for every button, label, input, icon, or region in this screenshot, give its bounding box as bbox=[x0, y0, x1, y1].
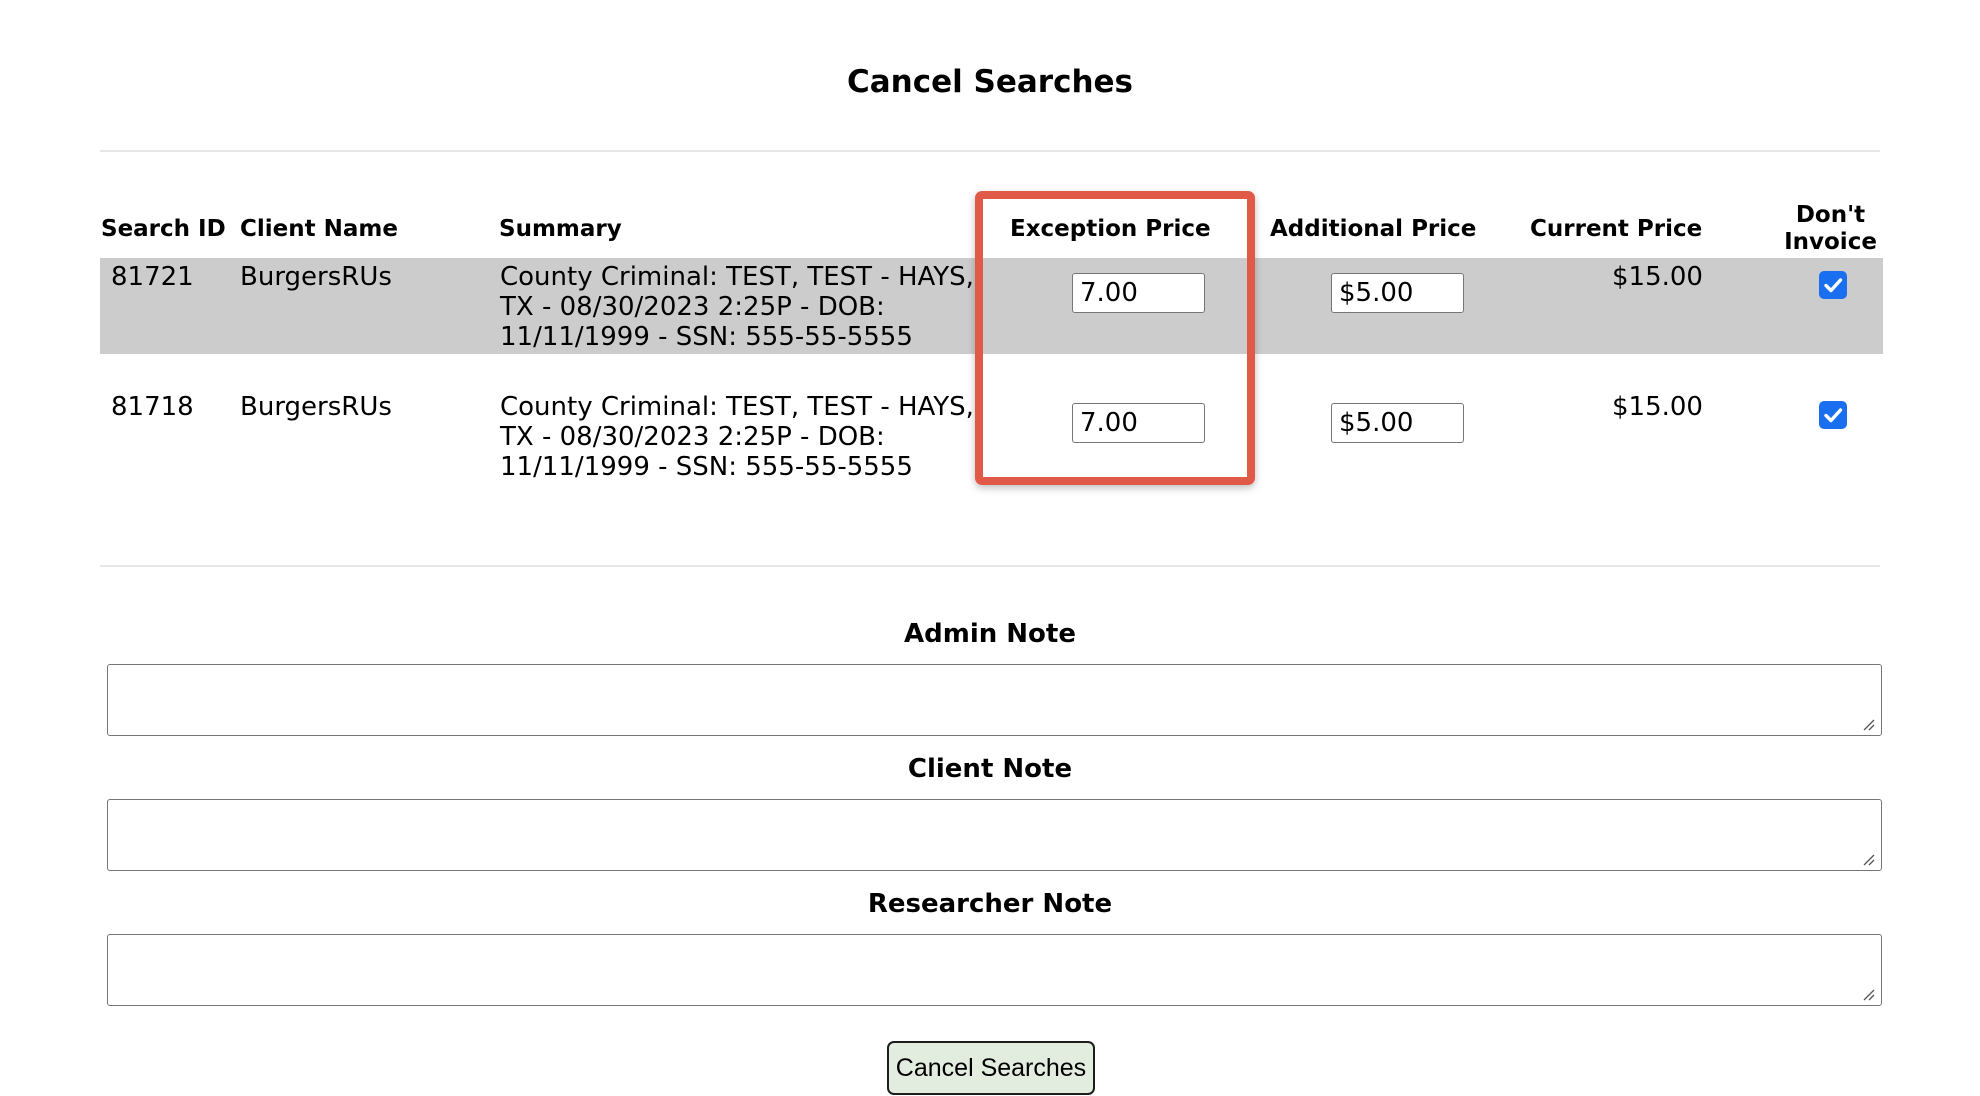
client-note-textarea[interactable] bbox=[107, 799, 1882, 871]
row-1-summary: County Criminal: TEST, TEST - HAYS, TX -… bbox=[500, 262, 974, 352]
header-additional-price: Additional Price bbox=[1270, 216, 1477, 242]
row-1-search-id: 81721 bbox=[111, 262, 194, 292]
row-1-exception-price-input[interactable] bbox=[1072, 273, 1205, 313]
middle-divider bbox=[100, 565, 1880, 567]
resize-grip-icon[interactable] bbox=[1861, 717, 1875, 731]
header-current-price: Current Price bbox=[1530, 216, 1703, 242]
client-note-label: Client Note bbox=[907, 754, 1073, 784]
row-2-dont-invoice-checkbox[interactable] bbox=[1819, 401, 1847, 429]
researcher-note-label: Researcher Note bbox=[867, 889, 1113, 919]
resize-grip-icon[interactable] bbox=[1861, 987, 1875, 1001]
row-2-search-id: 81718 bbox=[111, 392, 194, 422]
row-2-exception-price-input[interactable] bbox=[1072, 403, 1205, 443]
resize-grip-icon[interactable] bbox=[1861, 852, 1875, 866]
checkmark-icon bbox=[1824, 408, 1843, 423]
row-2-client-name: BurgersRUs bbox=[240, 392, 392, 422]
top-divider bbox=[100, 150, 1880, 152]
header-exception-price: Exception Price bbox=[1010, 216, 1211, 242]
row-1-dont-invoice-checkbox[interactable] bbox=[1819, 271, 1847, 299]
row-1-client-name: BurgersRUs bbox=[240, 262, 392, 292]
row-1-additional-price-input[interactable] bbox=[1331, 273, 1464, 313]
row-2-summary: County Criminal: TEST, TEST - HAYS, TX -… bbox=[500, 392, 974, 482]
admin-note-label: Admin Note bbox=[904, 619, 1076, 649]
admin-note-textarea[interactable] bbox=[107, 664, 1882, 736]
header-search-id: Search ID bbox=[101, 216, 226, 242]
checkmark-icon bbox=[1824, 278, 1843, 293]
researcher-note-textarea[interactable] bbox=[107, 934, 1882, 1006]
row-1-current-price: $15.00 bbox=[1612, 262, 1703, 292]
header-summary: Summary bbox=[499, 216, 622, 242]
cancel-searches-button[interactable]: Cancel Searches bbox=[887, 1041, 1095, 1095]
row-2-current-price: $15.00 bbox=[1612, 392, 1703, 422]
row-2-additional-price-input[interactable] bbox=[1331, 403, 1464, 443]
header-dont-invoice: Don't Invoice bbox=[1784, 202, 1877, 255]
page-title: Cancel Searches bbox=[846, 64, 1134, 100]
header-client-name: Client Name bbox=[240, 216, 398, 242]
